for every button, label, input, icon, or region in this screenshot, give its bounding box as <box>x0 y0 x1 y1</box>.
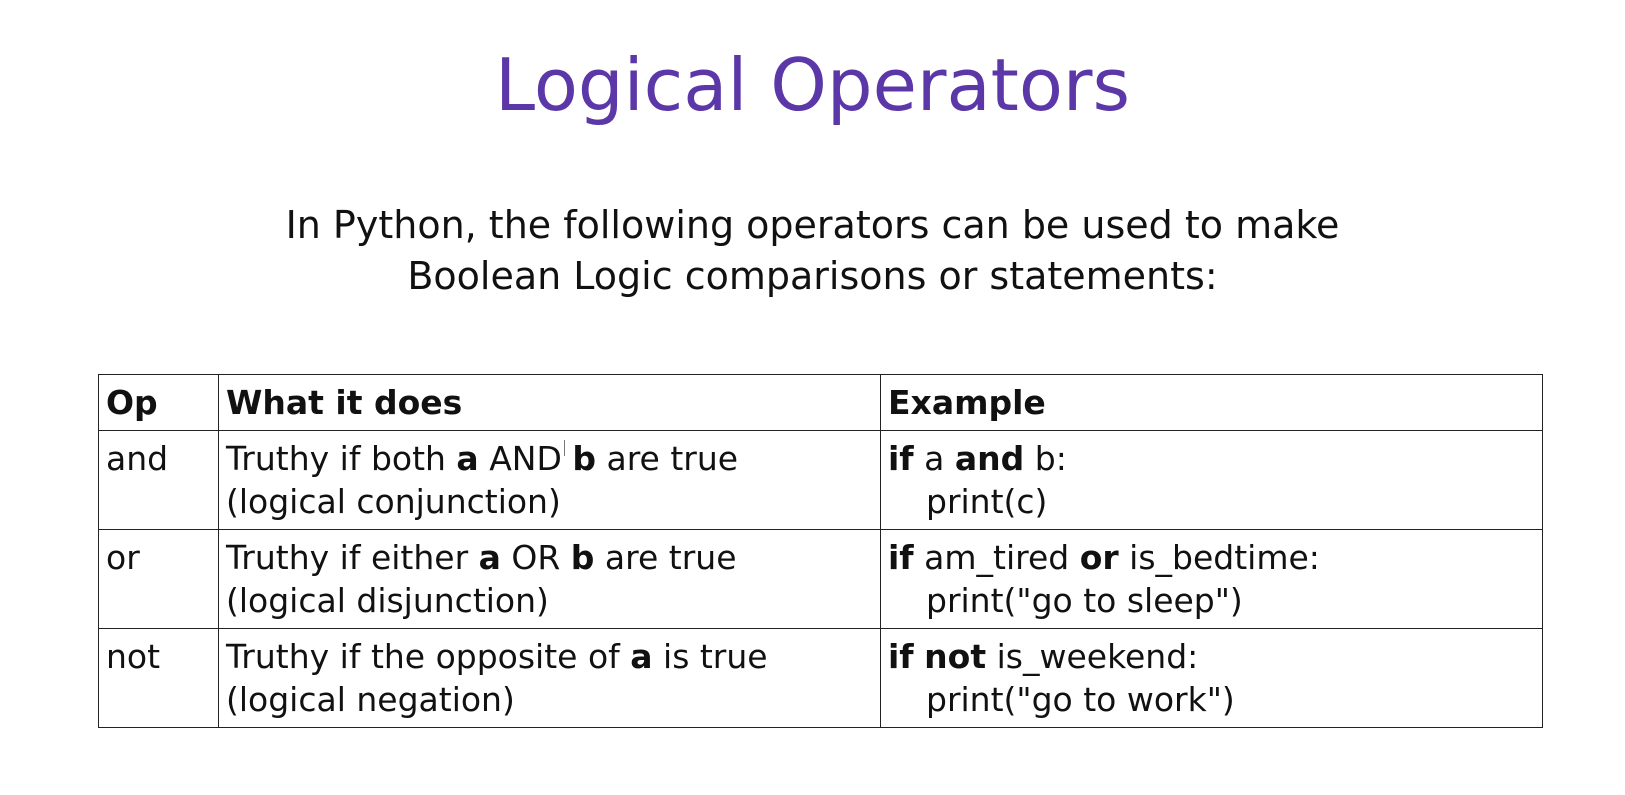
example-line-1: if a and b: <box>888 439 1067 478</box>
description-cell: Truthy if either a OR b are true (logica… <box>218 529 881 629</box>
example-line-2: print(c) <box>926 482 1048 521</box>
operand-b: b <box>570 538 595 577</box>
description-line-1: Truthy if the opposite of a is true <box>226 637 768 676</box>
keyword: and <box>954 439 1025 478</box>
op-cell: not <box>98 628 219 728</box>
operand-b: b <box>572 439 596 478</box>
intro-line-2: Boolean Logic comparisons or statements: <box>407 254 1218 298</box>
description-line-1: Truthy if either a OR b are true <box>226 538 737 577</box>
description-cell: Truthy if both a AND b are true (logical… <box>218 430 881 530</box>
table-row-or: or Truthy if either a OR b are true (log… <box>98 529 1543 629</box>
table-row-not: not Truthy if the opposite of a is true … <box>98 628 1543 728</box>
keyword: or <box>1079 538 1119 577</box>
header-what-it-does: What it does <box>218 374 881 431</box>
description-cell: Truthy if the opposite of a is true (log… <box>218 628 881 728</box>
keyword: if <box>888 439 914 478</box>
table-header-row: Op What it does Example <box>98 374 1543 431</box>
intro-line-1: In Python, the following operators can b… <box>285 203 1340 247</box>
example-line-1: if am_tired or is_bedtime: <box>888 538 1320 577</box>
example-cell: if a and b: print(c) <box>880 430 1543 530</box>
description-line-1: Truthy if both a AND b are true <box>226 439 739 478</box>
example-line-2: print("go to sleep") <box>926 581 1243 620</box>
description-line-2: (logical disjunction) <box>226 581 549 620</box>
header-example: Example <box>880 374 1543 431</box>
operand-a: a <box>478 538 501 577</box>
keyword: if <box>888 538 914 577</box>
op-cell: or <box>98 529 219 629</box>
keyword: if <box>888 637 914 676</box>
intro-text: In Python, the following operators can b… <box>0 200 1625 302</box>
description-line-2: (logical conjunction) <box>226 482 561 521</box>
keyword: not <box>924 637 987 676</box>
op-cell: and <box>98 430 219 530</box>
slide-title: Logical Operators <box>495 43 1130 127</box>
example-cell: if not is_weekend: print("go to work") <box>880 628 1543 728</box>
table-row-and: and Truthy if both a AND b are true (log… <box>98 430 1543 530</box>
operand-a: a <box>456 439 479 478</box>
example-cell: if am_tired or is_bedtime: print("go to … <box>880 529 1543 629</box>
operand-a: a <box>630 637 653 676</box>
logical-operators-table: Op What it does Example and Truthy if bo… <box>98 374 1543 728</box>
header-op: Op <box>98 374 219 431</box>
description-line-2: (logical negation) <box>226 680 515 719</box>
example-line-1: if not is_weekend: <box>888 637 1199 676</box>
example-line-2: print("go to work") <box>926 680 1235 719</box>
